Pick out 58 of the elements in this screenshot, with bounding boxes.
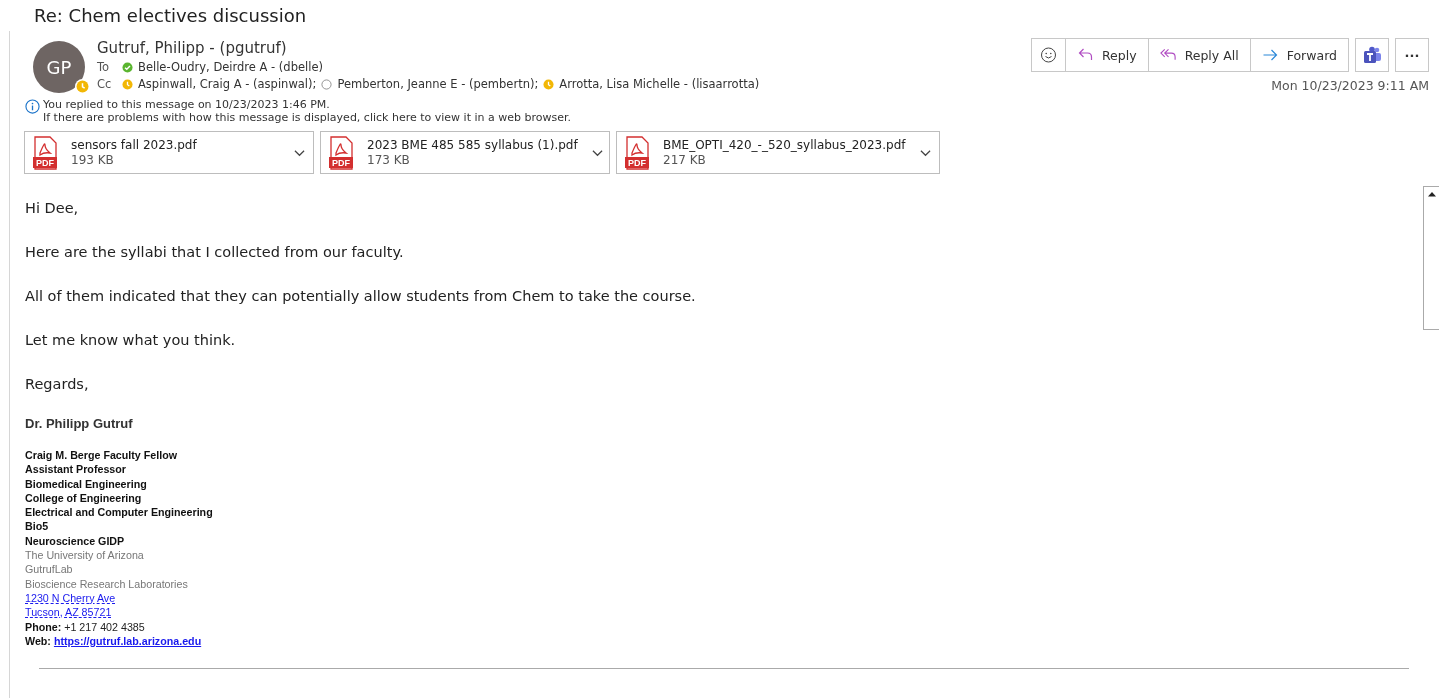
signature-line: Craig M. Berge Faculty Fellow — [25, 448, 179, 463]
teams-button[interactable] — [1355, 38, 1389, 72]
reply-all-icon — [1159, 47, 1177, 63]
chevron-down-icon[interactable] — [919, 148, 931, 157]
phone-number: +1 217 402 4385 — [64, 620, 145, 633]
chevron-down-icon[interactable] — [591, 148, 603, 157]
recipient-label: Cc — [97, 77, 113, 91]
message-paragraph: Hi Dee, — [25, 199, 80, 218]
info-link[interactable]: If there are problems with how this message is displayed, click here to view it in a web browser. — [43, 111, 571, 124]
attachment-size: 173 KB — [367, 153, 411, 167]
signature-label: Web: — [25, 634, 51, 647]
signature-line: Bioscience Research Laboratories — [25, 576, 189, 591]
recipient-name[interactable]: Belle-Oudry, Deirdre A - (dbelle) — [138, 60, 323, 74]
sender-name[interactable]: Gutruf, Philipp - (pgutruf) — [97, 39, 760, 57]
attachment[interactable]: PDF 2023 BME 485 585 syllabus (1).pdf 173 KB — [320, 131, 610, 174]
signature-line: College of Engineering — [25, 490, 143, 506]
signature-line: The University of Arizona — [25, 548, 145, 563]
forward-icon — [1261, 47, 1279, 63]
smiley-icon — [1040, 47, 1057, 63]
info-icon — [25, 99, 40, 114]
signature-line: Bio5 — [25, 519, 50, 534]
chevron-down-icon[interactable] — [294, 148, 305, 157]
attachment-name: BME_OPTI_420_-_520_syllabus_2023.pdf — [663, 138, 906, 152]
more-button[interactable]: ··· — [1395, 38, 1429, 72]
sent-date: Mon 10/23/2023 9:11 AM — [1271, 78, 1429, 93]
scrollbar[interactable] — [1423, 186, 1439, 330]
pdf-file-icon: PDF — [625, 135, 649, 170]
recipient-name[interactable]: Pemberton, Jeanne E - (pembertn); — [337, 77, 539, 91]
pdf-file-icon: PDF — [329, 135, 353, 170]
signature-line: Assistant Professor — [25, 462, 127, 477]
message-paragraph: Let me know what you think. — [25, 331, 237, 350]
attachment-size: 217 KB — [663, 153, 707, 167]
address-link[interactable]: 1230 N Cherry Ave — [25, 591, 116, 604]
attachment-name: sensors fall 2023.pdf — [71, 138, 198, 152]
signature-line: Neuroscience GIDP — [25, 533, 126, 549]
teams-icon — [1362, 46, 1382, 64]
signature-line: GutrufLab — [25, 562, 74, 577]
recipient-label: To — [97, 60, 111, 74]
attachment-name: 2023 BME 485 585 syllabus (1).pdf — [367, 138, 578, 152]
message-paragraph: Here are the syllabi that I collected from our faculty. — [25, 243, 405, 262]
recipient-name[interactable]: Aspinwall, Craig A - (aspinwal); — [138, 77, 317, 91]
recipient-name[interactable]: Arrotta, Lisa Michelle - (lisaarrotta) — [559, 77, 760, 91]
signature-line: Electrical and Computer Engineering — [25, 505, 214, 520]
signature-line: Biomedical Engineering — [25, 476, 148, 491]
scroll-up-icon[interactable] — [1427, 191, 1437, 197]
reply-icon — [1077, 47, 1094, 63]
message-paragraph: All of them indicated that they can potentially allow students from Chem to take the course. — [25, 287, 697, 306]
message-subject: Re: Chem electives discussion — [33, 4, 308, 28]
signature-name: Dr. Philipp Gutruf — [25, 416, 134, 431]
attachment-size: 193 KB — [71, 153, 115, 167]
info-message: You replied to this message on 10/23/2023 1:46 PM. — [43, 98, 331, 111]
pdf-file-icon: PDF — [33, 135, 57, 170]
address-link[interactable]: Tucson, AZ 85721 — [25, 606, 112, 619]
attachment[interactable]: PDF BME_OPTI_420_-_520_syllabus_2023.pdf 217 KB — [616, 131, 940, 174]
message-paragraph: Regards, — [25, 375, 90, 394]
website-link[interactable]: https://gutruf.lab.arizona.edu — [53, 634, 202, 647]
attachment[interactable]: PDF sensors fall 2023.pdf 193 KB — [24, 131, 314, 174]
signature-label: Phone: — [25, 620, 62, 633]
